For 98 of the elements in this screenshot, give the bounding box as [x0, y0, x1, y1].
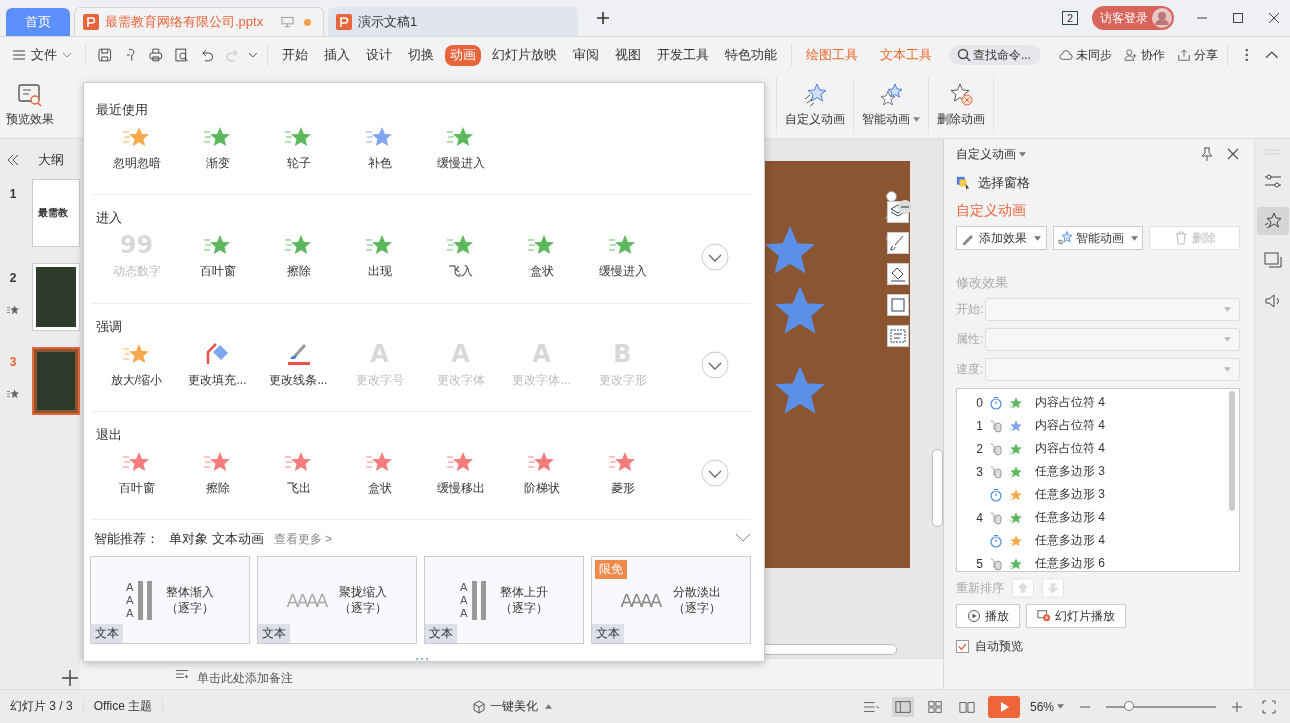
command-search-field[interactable]: 查找命令...	[948, 45, 1041, 65]
animation-tool-button[interactable]: 删除动画	[929, 77, 994, 134]
ribbon-tab[interactable]: 插入	[318, 44, 355, 66]
card-tag: 文本	[592, 624, 624, 644]
document-tab-title: 演示文稿1	[358, 12, 419, 31]
field-label: 速度:	[956, 361, 984, 378]
ribbon-tab[interactable]: 开始	[276, 44, 313, 66]
slide-counter: 幻灯片 3 / 3	[10, 698, 84, 715]
recommend-filter: 单对象 文本动画	[169, 530, 264, 549]
animation-effect[interactable]: 忽明忽暗	[96, 125, 177, 172]
animation-list-item[interactable]: 5 任意多边形 6	[957, 552, 1239, 571]
animation-effect[interactable]: 缓慢移出	[420, 449, 501, 497]
slide-number: 1	[9, 187, 17, 201]
outline-tab[interactable]: 大纲	[38, 151, 64, 169]
zoom-level[interactable]: 56%	[1029, 699, 1064, 714]
ribbon-tab[interactable]: 幻灯片放映	[486, 44, 562, 66]
auto-preview-checkbox[interactable]: 自动预览	[956, 638, 1240, 655]
animation-effect[interactable]: 飞出	[258, 449, 339, 497]
card-title: 分散淡出 （逐字）	[673, 584, 722, 617]
file-menu[interactable]: 文件	[8, 46, 76, 64]
animation-effect[interactable]: 菱形	[582, 449, 663, 497]
animation-effect[interactable]: 阶梯状	[501, 449, 582, 497]
card-tag: 文本	[91, 624, 123, 644]
animation-tool-button[interactable]: 智能动画	[854, 77, 929, 134]
ribbon-tab[interactable]: 切换	[402, 44, 439, 66]
preview-effect-button[interactable]: 预览效果	[0, 77, 60, 134]
animation-list-item[interactable]: 1 内容占位符 4	[957, 414, 1239, 437]
animation-effect[interactable]: 更改填充...	[177, 341, 258, 389]
card-title: 整体上升 （逐字）	[500, 584, 548, 617]
gallery-section-title: 强调	[96, 317, 123, 336]
animation-effect[interactable]: 飞入	[420, 233, 501, 281]
card-title: 聚拢缩入 （逐字）	[339, 584, 388, 617]
document-tab-title: 最需教育网络有限公司.pptx	[105, 13, 265, 31]
toolbar-action[interactable]: 协作	[1123, 46, 1165, 64]
login-button[interactable]: 访客登录	[1092, 6, 1174, 30]
animation-list-item[interactable]: 4 任意多边形 4	[957, 506, 1239, 529]
pane-title-dropdown[interactable]: 自定义动画	[956, 145, 1026, 163]
recommend-card[interactable]: AAAA 聚拢缩入 （逐字） 文本	[257, 556, 417, 645]
text-sample-icon: AAAA	[620, 589, 660, 611]
free-badge: 限免	[595, 560, 627, 580]
recommend-label: 智能推荐：	[94, 530, 159, 549]
animation-effect[interactable]: 盒状	[501, 233, 582, 281]
ribbon-tab[interactable]: 开发工具	[651, 44, 714, 66]
card-tag: 文本	[425, 624, 457, 644]
field-label: 属性:	[956, 331, 984, 348]
pane-heading: 自定义动画	[956, 202, 1027, 220]
slide-thumbnail[interactable]: 最需教	[32, 179, 80, 247]
recommend-card[interactable]: AAA 整体上升 （逐字） 文本	[424, 556, 584, 645]
animation-effect[interactable]: 缓慢进入	[582, 233, 663, 281]
animation-list-item[interactable]: 2 内容占位符 4	[957, 437, 1239, 460]
reorder-label: 重新排序	[956, 579, 1004, 597]
theme-name: Office 主题	[93, 698, 164, 715]
toolbar-action[interactable]: 未同步	[1058, 46, 1112, 64]
animation-effect[interactable]: 出现	[339, 233, 420, 281]
animation-effect[interactable]: 渐变	[177, 125, 258, 172]
animation-effect[interactable]: 擦除	[258, 233, 339, 281]
ribbon-tab[interactable]: 审阅	[567, 44, 604, 66]
field-label: 开始:	[956, 301, 984, 318]
recommend-card[interactable]: 限免 AAAA 分散淡出 （逐字） 文本	[591, 556, 751, 645]
animation-effect[interactable]: 擦除	[177, 449, 258, 497]
animation-effect[interactable]: 更改线条...	[258, 341, 339, 389]
slideshow-button[interactable]: 幻灯片播放	[1026, 604, 1126, 628]
animation-effect[interactable]: 盒状	[339, 449, 420, 497]
slide-number: 3	[9, 355, 17, 369]
text-sample-icon: AAAA	[286, 589, 326, 611]
animation-list-item[interactable]: 3 任意多边形 3	[957, 460, 1239, 483]
animation-effect[interactable]: 轮子	[258, 125, 339, 172]
animation-effect[interactable]: 补色	[339, 125, 420, 172]
window-count[interactable]: 2	[1061, 11, 1078, 25]
animation-tool-button[interactable]: 自定义动画	[777, 77, 854, 134]
toolbar-action[interactable]: 分享	[1176, 46, 1218, 64]
see-more-link[interactable]: 查看更多 >	[273, 531, 332, 549]
notes-placeholder[interactable]: 单击此处添加备注	[197, 669, 293, 687]
gallery-section-title: 最近使用	[96, 101, 149, 119]
ribbon-tab[interactable]: 设计	[360, 44, 397, 66]
pane-button[interactable]: 智能动画	[1052, 226, 1144, 250]
ribbon-tab[interactable]: 视图	[609, 44, 646, 66]
animation-list-item[interactable]: 0 内容占位符 4	[957, 391, 1239, 414]
document-tab[interactable]: 演示文稿1	[328, 7, 578, 36]
animation-effect[interactable]: 百叶窗	[177, 233, 258, 281]
animation-list-item[interactable]: 任意多边形 3	[957, 483, 1239, 506]
ribbon-tab[interactable]: 特色功能	[719, 44, 782, 66]
gallery-section-title: 退出	[96, 425, 123, 444]
pane-button[interactable]: 添加效果	[956, 226, 1047, 250]
section-heading: 修改效果	[956, 274, 1009, 292]
animation-list-item[interactable]: 任意多边形 4	[957, 529, 1239, 552]
beautify-button[interactable]: 一键美化	[471, 698, 552, 715]
animation-effect[interactable]: 放大/缩小	[96, 341, 177, 389]
slide-number: 2	[9, 271, 17, 285]
recommend-card[interactable]: AAA 整体渐入 （逐字） 文本	[90, 556, 250, 645]
card-title: 整体渐入 （逐字）	[166, 584, 214, 617]
card-tag: 文本	[258, 624, 290, 644]
thumbnail-title: 最需教	[38, 206, 69, 220]
animation-effect[interactable]: 缓慢进入	[420, 125, 501, 172]
selection-pane-button[interactable]: 选择窗格	[956, 169, 1240, 197]
play-button[interactable]: 播放	[956, 604, 1020, 628]
gallery-section-title: 进入	[96, 209, 123, 228]
animation-effect[interactable]: 百叶窗	[96, 449, 177, 497]
